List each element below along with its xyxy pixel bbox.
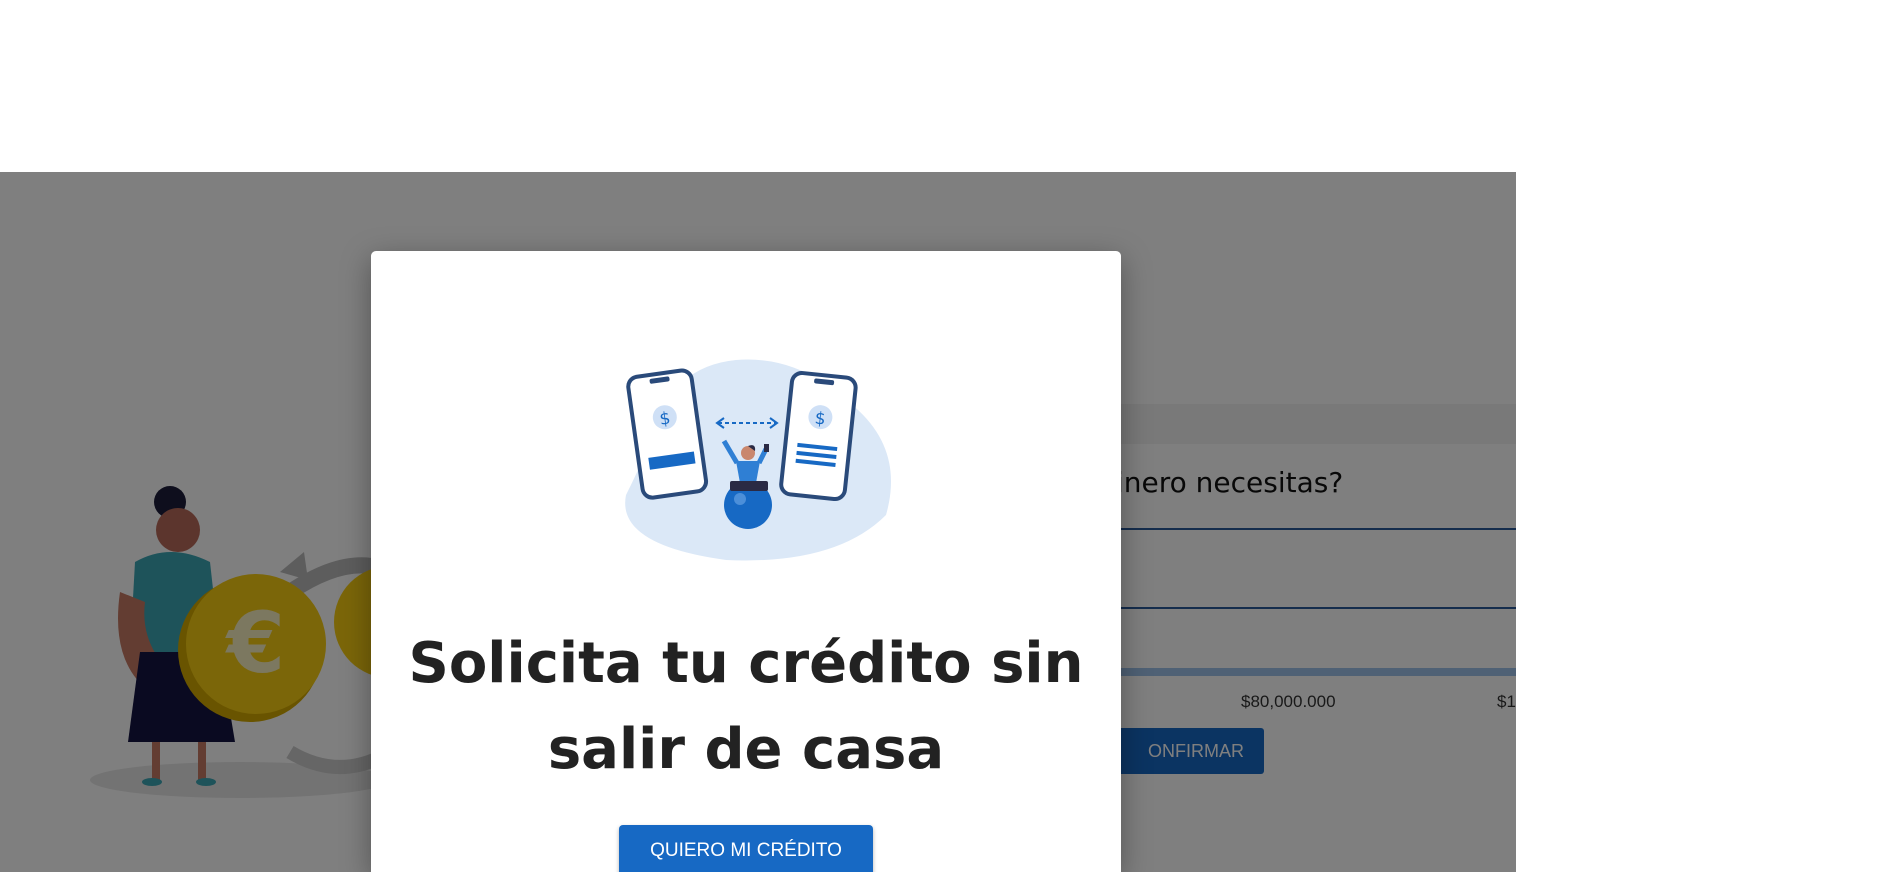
svg-text:$: $ <box>814 409 827 430</box>
promo-modal: $ $ Solicita tu crédito sin salir de cas… <box>371 251 1121 872</box>
modal-title: Solicita tu crédito sin salir de casa <box>408 631 1084 782</box>
request-credit-button[interactable]: QUIERO MI CRÉDITO <box>619 825 873 872</box>
page: € inero necesitas? $80,000.000 $12 ONFIR… <box>0 0 1884 872</box>
phone-transfer-illustration: $ $ <box>625 359 891 561</box>
